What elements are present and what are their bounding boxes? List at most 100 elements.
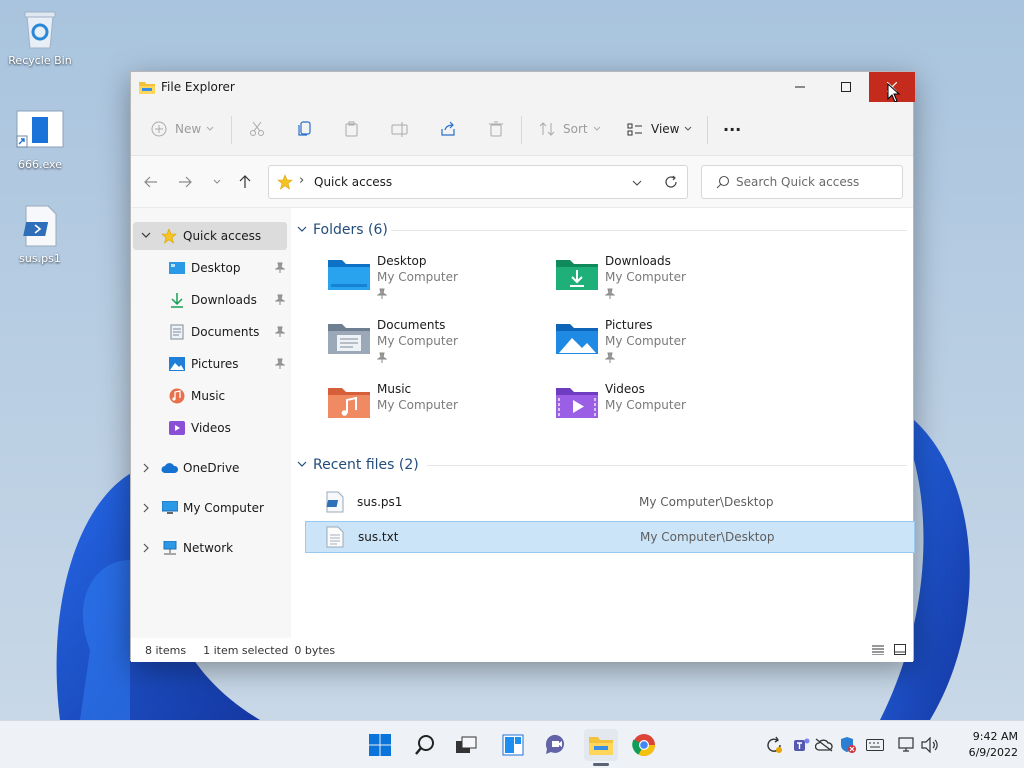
- paste-button[interactable]: [344, 102, 360, 156]
- text-file-icon: [326, 526, 344, 548]
- folders-group-header[interactable]: Folders (6): [297, 220, 388, 240]
- pin-icon[interactable]: [275, 262, 285, 274]
- file-explorer-taskbar-button[interactable]: [584, 729, 618, 761]
- teams-tray-icon[interactable]: [791, 735, 811, 755]
- sidebar-item-music[interactable]: Music: [133, 382, 287, 410]
- chevron-right-icon[interactable]: [143, 503, 151, 513]
- navigation-pane: Quick access Desktop Downloads Documents…: [131, 208, 291, 638]
- sidebar-item-pictures[interactable]: Pictures: [133, 350, 287, 378]
- powershell-file-icon: [326, 491, 344, 513]
- file-name: sus.txt: [358, 530, 399, 544]
- folder-tile-videos[interactable]: Videos My Computer: [555, 382, 775, 442]
- windows-logo-icon: [369, 734, 391, 756]
- desktop-icon-label: sus.ps1: [19, 252, 61, 265]
- chat-button[interactable]: [539, 729, 573, 761]
- item-count: 8 items: [145, 643, 187, 657]
- address-bar[interactable]: › Quick access: [268, 165, 688, 199]
- back-button[interactable]: [139, 169, 163, 195]
- view-button[interactable]: View: [627, 102, 692, 156]
- sort-button[interactable]: Sort: [539, 102, 601, 156]
- pin-icon[interactable]: [275, 358, 285, 370]
- folder-tile-downloads[interactable]: Downloads My Computer: [555, 254, 775, 314]
- folder-tile-documents[interactable]: Documents My Computer: [327, 318, 547, 378]
- file-explorer-window: File Explorer New Sort View ··· › Quick …: [130, 71, 915, 662]
- chevron-down-icon[interactable]: [141, 232, 151, 240]
- chevron-down-icon: [213, 179, 221, 184]
- details-view-icon[interactable]: [872, 645, 884, 655]
- sidebar-item-downloads[interactable]: Downloads: [133, 286, 287, 314]
- minimize-icon: [795, 86, 805, 88]
- close-button[interactable]: [869, 72, 915, 103]
- task-view-button[interactable]: [449, 729, 483, 761]
- new-button[interactable]: New: [151, 102, 214, 156]
- taskbar-search-button[interactable]: [408, 729, 442, 761]
- search-input[interactable]: [736, 175, 886, 189]
- pictures-folder-icon: [556, 324, 598, 354]
- delete-button[interactable]: [488, 102, 504, 156]
- sidebar-item-network[interactable]: Network: [133, 534, 287, 562]
- arrow-right-icon: [179, 176, 192, 188]
- desktop-icon-sus-ps1[interactable]: sus.ps1: [0, 204, 80, 265]
- recent-files-group-header[interactable]: Recent files (2): [297, 455, 419, 475]
- folder-tile-desktop[interactable]: Desktop My Computer: [327, 254, 547, 314]
- volume-tray-icon[interactable]: [920, 735, 940, 755]
- folder-tile-music[interactable]: Music My Computer: [327, 382, 547, 442]
- content-pane: Folders (6) Desktop My Computer Download…: [291, 208, 915, 638]
- chrome-button[interactable]: [627, 729, 661, 761]
- chevron-right-icon[interactable]: [143, 543, 151, 553]
- table-row[interactable]: sus.txt My Computer\Desktop: [305, 521, 915, 553]
- folder-name: Videos: [605, 382, 645, 396]
- minimize-button[interactable]: [777, 72, 823, 102]
- teams-icon: [794, 738, 810, 751]
- share-button[interactable]: [440, 102, 456, 156]
- sidebar-item-label: Videos: [191, 421, 231, 435]
- documents-folder-icon: [328, 324, 370, 354]
- onedrive-tray-icon[interactable]: [814, 735, 834, 755]
- desktop-icon-recycle-bin[interactable]: Recycle Bin: [0, 6, 80, 67]
- recent-locations-button[interactable]: [205, 169, 229, 195]
- up-button[interactable]: [233, 169, 257, 195]
- folder-tile-pictures[interactable]: Pictures My Computer: [555, 318, 775, 378]
- document-icon: [170, 324, 184, 340]
- sidebar-item-label: Documents: [191, 325, 260, 339]
- maximize-button[interactable]: [823, 72, 869, 102]
- title-bar[interactable]: File Explorer: [131, 72, 915, 103]
- forward-button[interactable]: [173, 169, 197, 195]
- music-icon: [169, 388, 185, 404]
- breadcrumb-quick-access[interactable]: Quick access: [314, 175, 392, 189]
- keyboard-tray-icon[interactable]: [865, 735, 885, 755]
- rename-button[interactable]: [391, 102, 409, 156]
- sidebar-item-my-computer[interactable]: My Computer: [133, 494, 287, 522]
- chevron-right-icon[interactable]: [143, 463, 151, 473]
- sidebar-item-documents[interactable]: Documents: [133, 318, 287, 346]
- pin-icon[interactable]: [275, 294, 285, 306]
- clock[interactable]: 9:42 AM 6/9/2022: [948, 729, 1018, 761]
- pin-icon[interactable]: [275, 326, 285, 338]
- tiles-view-icon[interactable]: [894, 644, 906, 656]
- table-row[interactable]: sus.ps1 My Computer\Desktop: [305, 486, 915, 518]
- taskbar: 9:42 AM 6/9/2022: [0, 720, 1024, 768]
- widgets-button[interactable]: [496, 729, 530, 761]
- network-tray-icon[interactable]: [897, 735, 917, 755]
- sidebar-item-videos[interactable]: Videos: [133, 414, 287, 442]
- folder-name: Music: [377, 382, 412, 396]
- refresh-icon[interactable]: [664, 175, 678, 189]
- cut-button[interactable]: [249, 102, 265, 156]
- search-box[interactable]: [701, 165, 903, 199]
- pin-icon: [605, 352, 615, 363]
- chat-icon: [545, 734, 564, 754]
- sidebar-item-quick-access[interactable]: Quick access: [133, 222, 287, 250]
- chevron-down-icon: [593, 126, 600, 131]
- network-monitor-icon: [898, 737, 914, 752]
- start-button[interactable]: [363, 729, 397, 761]
- security-tray-icon[interactable]: [838, 735, 858, 755]
- copy-button[interactable]: [297, 102, 313, 156]
- sidebar-item-desktop[interactable]: Desktop: [133, 254, 287, 282]
- chevron-down-icon: [297, 226, 307, 232]
- more-options-button[interactable]: ···: [723, 102, 741, 156]
- desktop-icon-666-exe[interactable]: 666.exe: [0, 110, 80, 171]
- chevron-down-icon: [297, 461, 307, 467]
- chevron-down-icon[interactable]: [632, 180, 642, 186]
- sidebar-item-onedrive[interactable]: OneDrive: [133, 454, 287, 482]
- sync-tray-icon[interactable]: [764, 735, 784, 755]
